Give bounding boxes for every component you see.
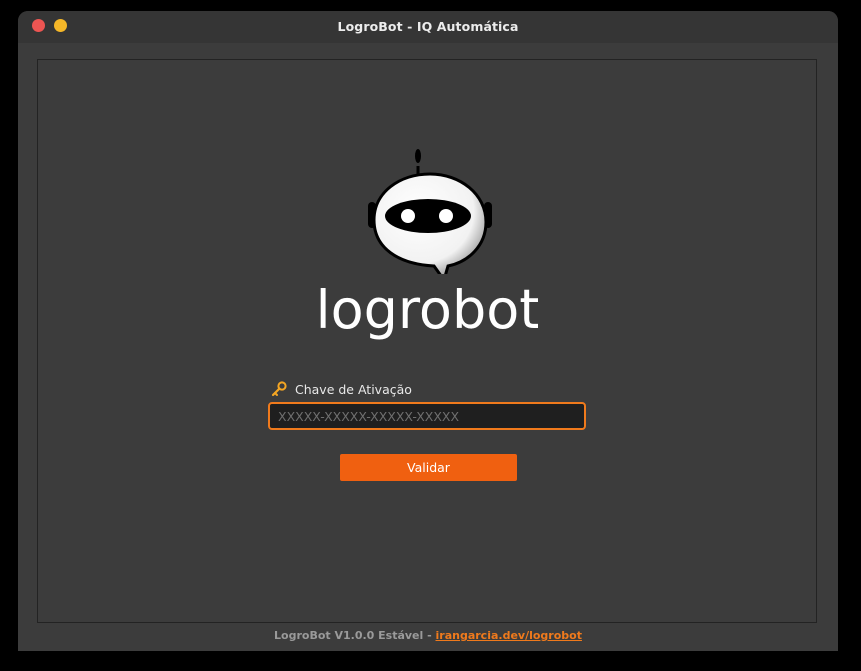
activation-key-label: Chave de Ativação xyxy=(295,381,412,397)
robot-mascot-icon xyxy=(368,149,492,274)
logrobot-wordmark: logrobot xyxy=(318,288,538,341)
activation-key-input[interactable] xyxy=(268,402,586,430)
app-window: LogroBot - IQ Automática logrobot Chave … xyxy=(18,11,838,651)
website-link[interactable]: irangarcia.dev/logrobot xyxy=(436,629,582,642)
validate-button[interactable]: Validar xyxy=(340,454,517,481)
activation-key-label-row: Chave de Ativação xyxy=(271,380,412,398)
version-text: LogroBot V1.0.0 Estável - xyxy=(274,629,436,642)
key-icon xyxy=(271,381,287,397)
svg-text:logrobot: logrobot xyxy=(318,288,538,341)
title-bar: LogroBot - IQ Automática xyxy=(18,11,838,43)
footer: LogroBot V1.0.0 Estável - irangarcia.dev… xyxy=(18,629,838,642)
main-panel: logrobot Chave de Ativação Validar xyxy=(37,59,817,623)
window-title: LogroBot - IQ Automática xyxy=(337,19,519,34)
